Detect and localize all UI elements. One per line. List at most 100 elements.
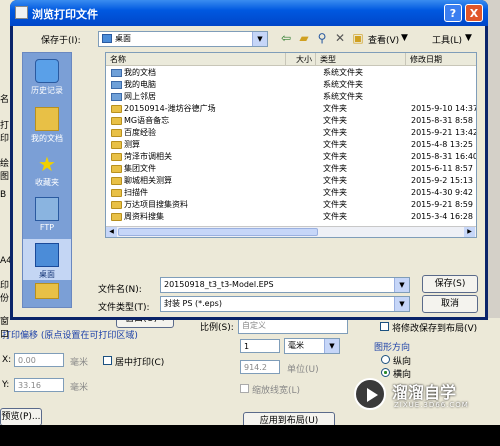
scale-label: 比例(S):: [200, 323, 234, 333]
scale-unit-select[interactable]: 毫米 ▼: [284, 338, 340, 354]
view-chevron-icon[interactable]: ▼: [401, 33, 408, 43]
save-layout-checkbox[interactable]: [380, 322, 389, 331]
scroll-right-icon[interactable]: ▶: [464, 227, 475, 237]
file-date: 2015-9-21 13:42: [411, 128, 477, 137]
file-name: 聊城相关测算: [124, 176, 172, 185]
folder-icon: [35, 283, 59, 299]
places-my-documents[interactable]: 我的文档: [23, 107, 71, 144]
taskbar-strip: [0, 425, 500, 446]
file-name: 我的电脑: [124, 80, 156, 89]
watermark-brand: 溜溜自学: [392, 383, 457, 402]
back-icon[interactable]: ⇦: [278, 30, 294, 46]
scroll-left-icon[interactable]: ◀: [106, 227, 117, 237]
tools-chevron-icon[interactable]: ▼: [465, 33, 472, 43]
places-ftp[interactable]: FTP: [23, 197, 71, 232]
filetype-select[interactable]: 封装 PS (*.eps) ▼: [160, 296, 410, 312]
file-date: 2015-3-4 16:28: [411, 212, 473, 221]
save-in-select[interactable]: 桌面 ▼: [98, 31, 268, 47]
y-label: Y:: [2, 380, 10, 390]
column-name[interactable]: 名称: [106, 53, 286, 66]
file-date: 2015-9-10 14:37: [411, 104, 477, 113]
search-web-icon[interactable]: ⚲: [314, 30, 330, 46]
folder-icon: [111, 177, 122, 185]
folder-icon: [111, 141, 122, 149]
file-type: 文件夹: [323, 188, 347, 197]
up-folder-icon[interactable]: ▰: [296, 30, 312, 46]
file-row[interactable]: 我的文档 系统文件夹: [106, 67, 476, 79]
help-button[interactable]: ?: [444, 4, 462, 22]
orientation-group-title: 图形方向: [374, 343, 411, 353]
new-folder-icon[interactable]: ▣: [350, 30, 366, 46]
file-row[interactable]: 测算 文件夹 2015-4-8 13:25: [106, 139, 476, 151]
center-print-checkbox[interactable]: [103, 356, 112, 365]
x-unit-label: 毫米: [70, 358, 89, 368]
landscape-radio[interactable]: [381, 368, 390, 377]
file-row[interactable]: 我的电脑 系统文件夹: [106, 79, 476, 91]
star-icon: ★: [38, 152, 56, 176]
places-history[interactable]: 历史记录: [23, 59, 71, 96]
lineweight-checkbox[interactable]: [240, 384, 249, 393]
y-offset-field[interactable]: 33.16: [14, 378, 64, 392]
save-button[interactable]: 保存(S): [422, 275, 478, 293]
places-more[interactable]: [23, 283, 71, 301]
title-bar[interactable]: 浏览打印文件 ? X: [10, 0, 488, 26]
x-offset-field[interactable]: 0.00: [14, 353, 64, 367]
chevron-down-icon: ▼: [252, 32, 267, 46]
file-date: 2015-4-8 13:25: [411, 140, 473, 149]
close-button[interactable]: X: [465, 4, 483, 22]
tools-menu[interactable]: 工具(L): [432, 33, 462, 46]
file-row[interactable]: 菏泽市调相关 文件夹 2015-8-31 16:40: [106, 151, 477, 163]
chevron-down-icon: ▼: [394, 297, 409, 311]
file-row[interactable]: 百度经验 文件夹 2015-9-21 13:42: [106, 127, 477, 139]
file-name: 百度经验: [124, 128, 156, 137]
file-row[interactable]: 万达项目搜集资料 文件夹 2015-9-21 8:59: [106, 199, 476, 211]
file-name: MG语音备忘: [124, 116, 170, 125]
file-type: 文件夹: [323, 176, 347, 185]
file-date: 2015-6-11 8:57: [411, 164, 473, 173]
file-date: 2015-8-31 16:40: [411, 152, 477, 161]
cancel-button[interactable]: 取消: [422, 295, 478, 313]
folder-icon: [111, 165, 122, 173]
app-icon: [15, 6, 28, 19]
filename-input[interactable]: 20150918_t3_t3-Model.EPS ▼: [160, 277, 410, 293]
chevron-down-icon: ▼: [394, 278, 409, 292]
save-in-label: 保存于(I):: [41, 36, 81, 46]
desktop-icon: [102, 34, 112, 43]
places-desktop[interactable]: 桌面: [23, 239, 71, 280]
file-name: 菏泽市调相关: [124, 152, 172, 161]
bg-label: 名: [0, 95, 10, 105]
x-label: X:: [2, 355, 12, 365]
column-date[interactable]: 修改日期: [406, 53, 476, 66]
portrait-radio[interactable]: [381, 355, 390, 364]
file-type: 文件夹: [323, 128, 347, 137]
column-size[interactable]: 大小: [286, 53, 316, 66]
file-type: 文件夹: [323, 140, 347, 149]
file-row[interactable]: 扫描件 文件夹 2015-4-30 9:42: [106, 187, 476, 199]
horizontal-scrollbar[interactable]: ◀ ▶: [106, 226, 476, 237]
scale-select[interactable]: 自定义: [238, 318, 348, 334]
file-name: 万达项目搜集资料: [124, 200, 188, 209]
chevron-down-icon: ▼: [324, 339, 339, 353]
file-row[interactable]: 网上邻居 系统文件夹: [106, 91, 476, 103]
scale-units-field[interactable]: 914.2: [240, 360, 280, 374]
file-row[interactable]: 聊城相关测算 文件夹 2015-9-2 15:13: [106, 175, 476, 187]
scrollbar-thumb[interactable]: [118, 228, 318, 236]
folder-icon: [111, 213, 122, 221]
filename-label: 文件名(N):: [98, 285, 142, 295]
y-unit-label: 毫米: [70, 383, 89, 393]
file-type: 文件夹: [323, 212, 347, 221]
scale-num-field[interactable]: 1: [240, 339, 280, 353]
center-print-label: 居中打印(C): [115, 358, 165, 368]
view-menu[interactable]: 查看(V): [368, 33, 399, 46]
column-type[interactable]: 类型: [316, 53, 406, 66]
file-name: 测算: [124, 140, 140, 149]
places-favorites[interactable]: ★ 收藏夹: [23, 153, 71, 188]
file-row[interactable]: MG语音备忘 文件夹 2015-8-31 8:58: [106, 115, 476, 127]
file-row[interactable]: 周资料搜集 文件夹 2015-3-4 16:28: [106, 211, 476, 223]
file-list[interactable]: 名称 大小 类型 修改日期 我的文档 系统文件夹 我的电脑 系统文件夹 网上邻居 系统文件…: [105, 52, 477, 238]
folder-icon: [111, 189, 122, 197]
preview-button[interactable]: 预览(P)...: [0, 408, 42, 426]
delete-icon[interactable]: ✕: [332, 30, 348, 46]
file-row[interactable]: 20150914-潍坊谷德广场 文件夹 2015-9-10 14:37: [106, 103, 477, 115]
file-row[interactable]: 集团文件 文件夹 2015-6-11 8:57: [106, 163, 476, 175]
